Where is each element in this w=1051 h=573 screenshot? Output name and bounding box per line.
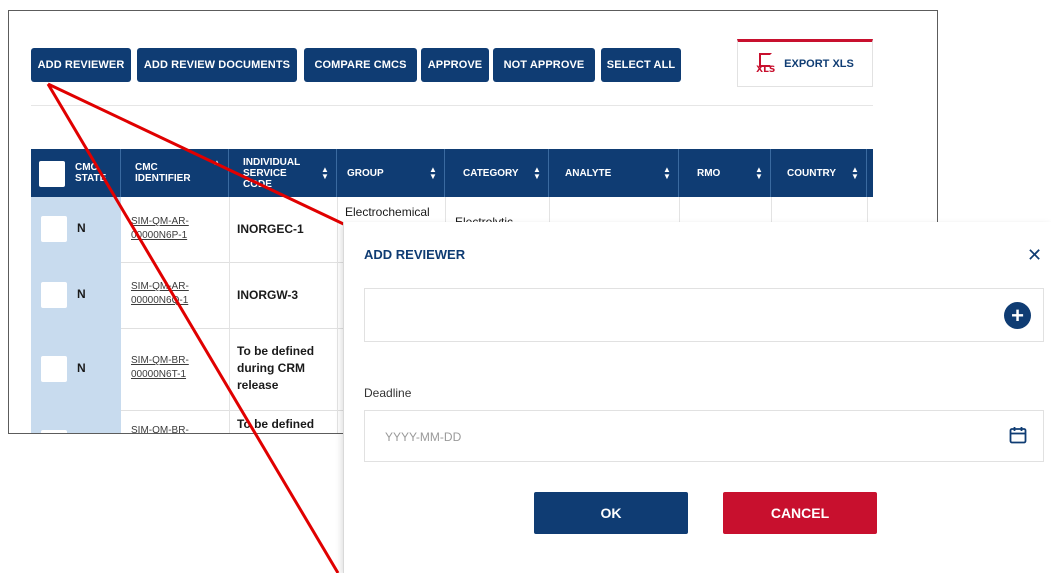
- calendar-icon[interactable]: [1009, 426, 1027, 444]
- close-icon[interactable]: ✕: [1027, 246, 1042, 264]
- deadline-label: Deadline: [364, 386, 412, 400]
- annotation-line-top: [47, 82, 353, 230]
- deadline-field[interactable]: [364, 410, 1044, 463]
- ok-button[interactable]: OK: [534, 492, 688, 534]
- plus-circle-icon[interactable]: +: [1004, 302, 1031, 329]
- annotation-line-bottom: [46, 83, 340, 573]
- add-reviewer-dialog: ADD REVIEWER ✕ + Deadline OK CANCEL: [343, 222, 1051, 573]
- deadline-input[interactable]: [365, 411, 1007, 463]
- cancel-button[interactable]: CANCEL: [723, 492, 877, 534]
- dialog-title: ADD REVIEWER: [364, 247, 466, 262]
- reviewer-input[interactable]: +: [364, 288, 1044, 342]
